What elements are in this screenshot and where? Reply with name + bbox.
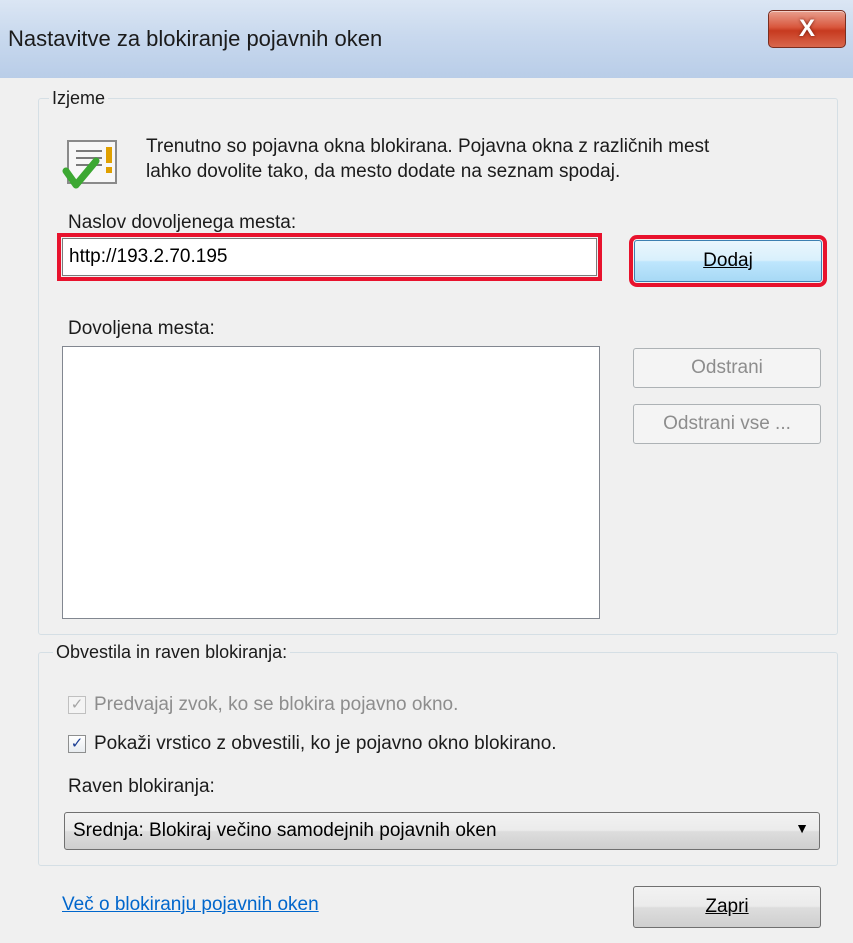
chevron-down-icon: ▼ [795, 820, 809, 836]
close-icon: X [798, 15, 815, 42]
remove-button-label: Odstrani [691, 357, 763, 378]
address-label: Naslov dovoljenega mesta: [68, 212, 297, 233]
blocking-level-label: Raven blokiranja: [68, 776, 215, 797]
info-line-2: lahko dovolite tako, da mesto dodate na … [146, 161, 621, 182]
exceptions-legend: Izjeme [52, 88, 106, 108]
blocking-level-value: Srednja: Blokiraj večino samodejnih poja… [73, 820, 497, 841]
show-bar-label: Pokaži vrstico z obvestili, ko je pojavn… [94, 733, 557, 754]
blocking-level-select[interactable]: Srednja: Blokiraj večino samodejnih poja… [64, 812, 820, 850]
document-checkmark-icon [62, 133, 126, 197]
close-button[interactable]: Zapri [633, 886, 821, 928]
title-bar: Nastavitve za blokiranje pojavnih oken X [0, 0, 853, 79]
add-button-label: Dodaj [703, 250, 753, 271]
remove-all-button-label: Odstrani vse ... [663, 413, 791, 434]
play-sound-checkbox-row[interactable]: ✓ Predvajaj zvok, ko se blokira pojavno … [68, 694, 458, 716]
dialog-body: Izjeme Trenutno so pojavna okna blokiran… [0, 78, 853, 943]
window-title: Nastavitve za blokiranje pojavnih oken [8, 26, 383, 51]
info-line-1: Trenutno so pojavna okna blokirana. Poja… [146, 136, 710, 157]
address-input-value: http://193.2.70.195 [69, 246, 228, 267]
play-sound-checkbox[interactable]: ✓ [68, 696, 86, 714]
notifications-legend: Obvestila in raven blokiranja: [56, 642, 288, 662]
close-button-label: Zapri [705, 896, 749, 917]
remove-button[interactable]: Odstrani [633, 348, 821, 388]
show-bar-checkbox-row[interactable]: ✓ Pokaži vrstico z obvestili, ko je poja… [68, 733, 557, 755]
remove-all-button[interactable]: Odstrani vse ... [633, 404, 821, 444]
show-bar-checkbox[interactable]: ✓ [68, 735, 86, 753]
close-window-button[interactable]: X [768, 10, 846, 48]
address-input[interactable]: http://193.2.70.195 [57, 233, 602, 281]
learn-more-link[interactable]: Več o blokiranju pojavnih oken [62, 894, 319, 916]
add-button[interactable]: Dodaj [629, 235, 827, 287]
info-text: Trenutno so pojavna okna blokirana. Poja… [146, 134, 826, 184]
allowed-sites-label: Dovoljena mesta: [68, 318, 215, 339]
allowed-sites-list[interactable] [62, 346, 600, 619]
play-sound-label: Predvajaj zvok, ko se blokira pojavno ok… [94, 694, 459, 715]
